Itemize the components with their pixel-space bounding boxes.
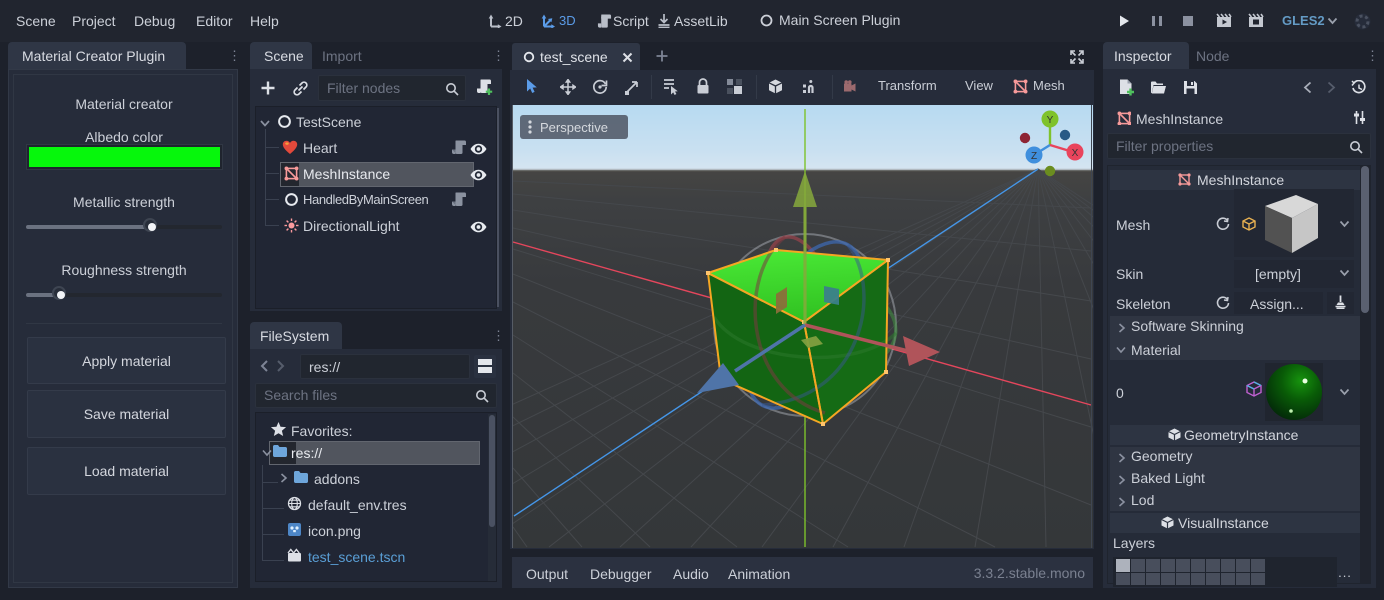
svg-text:Perspective: Perspective (540, 120, 608, 135)
svg-text:X: X (1072, 148, 1079, 159)
svg-text:Y: Y (1047, 115, 1054, 126)
svg-text:Z: Z (1031, 151, 1037, 162)
